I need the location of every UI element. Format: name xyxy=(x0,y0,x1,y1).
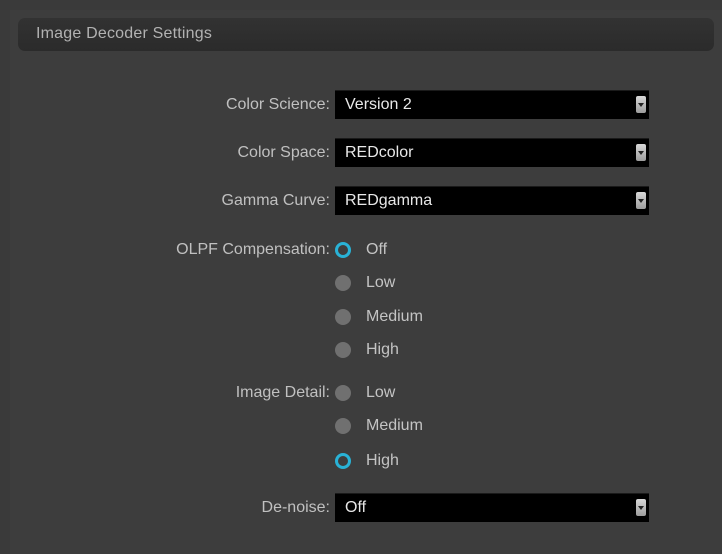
image-detail-option-label: Low xyxy=(366,384,396,401)
color-science-label: Color Science: xyxy=(225,96,330,113)
chevron-down-icon xyxy=(636,499,646,516)
radio-unselected-icon[interactable] xyxy=(335,309,351,325)
color-space-label: Color Space: xyxy=(237,144,331,161)
radio-selected-icon[interactable] xyxy=(335,242,351,258)
color-science-value: Version 2 xyxy=(345,96,412,113)
olpf-option-label: High xyxy=(366,341,399,358)
radio-unselected-icon[interactable] xyxy=(335,275,351,291)
gamma-curve-dropdown[interactable]: REDgamma xyxy=(335,186,649,215)
color-science-dropdown[interactable]: Version 2 xyxy=(335,90,649,119)
radio-selected-icon[interactable] xyxy=(335,453,351,469)
olpf-option-label: Low xyxy=(366,274,396,291)
radio-unselected-icon[interactable] xyxy=(335,418,351,434)
denoise-label: De-noise: xyxy=(261,499,330,516)
olpf-option-label: Off xyxy=(366,241,388,258)
image-decoder-settings-panel: Image Decoder Settings Color Science: Ve… xyxy=(10,10,722,554)
radio-unselected-icon[interactable] xyxy=(335,385,351,401)
olpf-option-label: Medium xyxy=(366,308,423,325)
denoise-value: Off xyxy=(345,499,367,516)
gamma-curve-value: REDgamma xyxy=(345,192,433,209)
color-space-dropdown[interactable]: REDcolor xyxy=(335,138,649,167)
denoise-dropdown[interactable]: Off xyxy=(335,493,649,522)
image-detail-option-label: High xyxy=(366,452,399,469)
radio-unselected-icon[interactable] xyxy=(335,342,351,358)
chevron-down-icon xyxy=(636,96,646,113)
olpf-compensation-label: OLPF Compensation: xyxy=(176,241,330,258)
chevron-down-icon xyxy=(636,192,646,209)
gamma-curve-label: Gamma Curve: xyxy=(221,192,330,209)
image-detail-label: Image Detail: xyxy=(235,384,330,401)
panel-header: Image Decoder Settings xyxy=(18,18,714,51)
color-space-value: REDcolor xyxy=(345,144,414,161)
image-detail-option-label: Medium xyxy=(366,417,423,434)
panel-title: Image Decoder Settings xyxy=(36,25,213,42)
chevron-down-icon xyxy=(636,144,646,161)
